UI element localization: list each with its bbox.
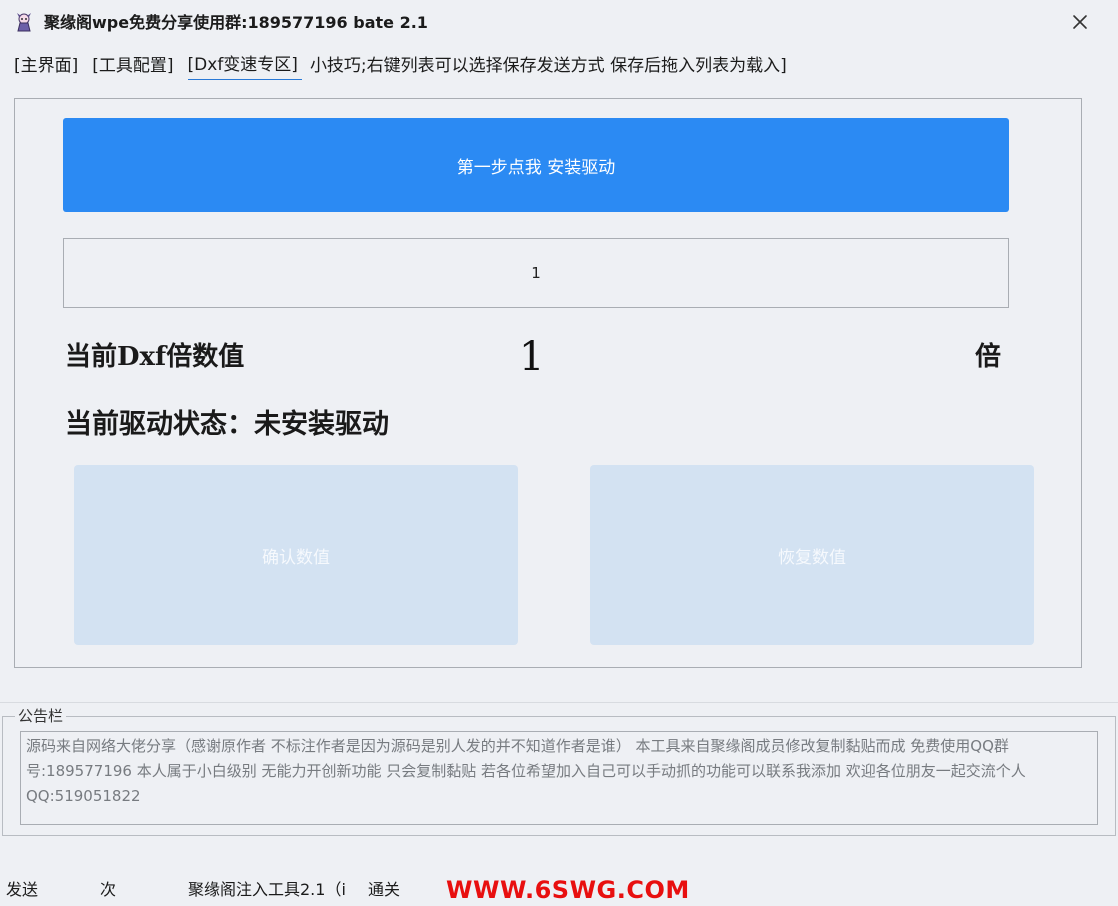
multiplier-label: 当前Dxf倍数值 (65, 342, 245, 372)
site-watermark: WWW.6SWG.COM (446, 876, 690, 904)
multiplier-unit: 倍 (975, 342, 1002, 372)
install-driver-button[interactable]: 第一步点我 安装驱动 (63, 118, 1009, 212)
multiplier-input[interactable] (63, 238, 1009, 308)
tip-text: 小技巧;右键列表可以选择保存发送方式 保存后拖入列表为载入] (309, 56, 787, 76)
status-pass: 通关 (368, 880, 401, 899)
confirm-value-button[interactable]: 确认数值 (74, 465, 518, 645)
status-tool-name: 聚缘阁注入工具2.1（i (188, 880, 346, 899)
status-count: 次 (100, 880, 117, 899)
notice-group: 公告栏 源码来自网络大佬分享（感谢原作者 不标注作者是因为源码是别人发的并不知道… (2, 707, 1116, 836)
tab-main[interactable]: [主界面] (14, 53, 78, 80)
notice-text[interactable]: 源码来自网络大佬分享（感谢原作者 不标注作者是因为源码是别人发的并不知道作者是谁… (20, 731, 1098, 825)
close-icon[interactable] (1068, 10, 1092, 34)
window-title: 聚缘阁wpe免费分享使用群:189577196 bate 2.1 (44, 13, 428, 32)
tab-tool-config[interactable]: [工具配置] (92, 53, 173, 80)
tab-dxf-speed[interactable]: [Dxf变速专区] (187, 52, 302, 80)
status-bar: 发送 次 聚缘阁注入工具2.1（i 通关 WWW.6SWG.COM (0, 870, 1118, 906)
notice-legend: 公告栏 (15, 707, 67, 725)
divider (0, 702, 1118, 703)
restore-value-button[interactable]: 恢复数值 (590, 465, 1034, 645)
dxf-speed-panel: 第一步点我 安装驱动 当前Dxf倍数值 1 倍 当前驱动状态：未安装驱动 确认数… (14, 98, 1082, 668)
status-send: 发送 (6, 880, 39, 899)
cartoon-character-icon (14, 12, 34, 32)
tab-bar: [主界面] [工具配置] [Dxf变速专区] 小技巧;右键列表可以选择保存发送方… (14, 52, 787, 80)
multiplier-value: 1 (519, 334, 545, 380)
driver-status: 当前驱动状态：未安装驱动 (65, 409, 389, 440)
title-bar: 聚缘阁wpe免费分享使用群:189577196 bate 2.1 (0, 0, 1118, 46)
